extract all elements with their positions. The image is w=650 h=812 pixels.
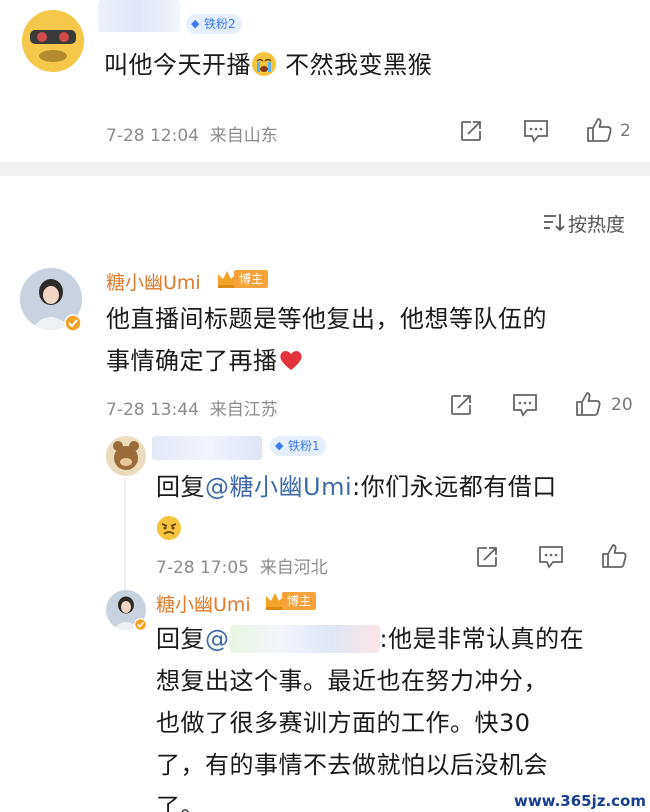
comment-text: 叫他今天开播 不然我变黑猴 xyxy=(104,51,433,79)
like-count: 20 xyxy=(611,395,633,415)
blurred-username[interactable] xyxy=(98,0,180,32)
like-count: 2 xyxy=(620,121,631,141)
fan-badge[interactable]: 铁粉1 xyxy=(270,436,326,456)
blurred-username[interactable] xyxy=(152,436,262,460)
comment-time: 7-28 12:04 来自山东 xyxy=(106,126,278,146)
comment-icon[interactable] xyxy=(537,544,565,570)
avatar-image xyxy=(106,436,146,476)
comment-icon[interactable] xyxy=(522,118,550,144)
heart-emoji xyxy=(279,351,302,370)
like-icon[interactable] xyxy=(574,390,602,418)
avatar-image xyxy=(22,10,84,72)
comment-icon[interactable] xyxy=(511,392,539,418)
comment-text: 他直播间标题是等他复出，他想等队伍的 事情确定了再播 xyxy=(106,305,547,375)
verified-icon xyxy=(64,314,82,332)
username[interactable]: 糖小幽Umi xyxy=(106,268,201,295)
angry-emoji xyxy=(157,516,181,540)
reply-text: 回复@糖小幽Umi:你们永远都有借口 xyxy=(156,466,626,550)
sort-icon xyxy=(544,214,565,232)
site-watermark: www.365jz.com xyxy=(513,792,646,810)
sort-label: 按热度 xyxy=(568,214,626,236)
blurred-mention-name[interactable] xyxy=(229,625,380,653)
username[interactable]: 糖小幽Umi xyxy=(156,590,251,617)
crying-emoji xyxy=(252,52,276,76)
share-icon[interactable] xyxy=(474,544,500,570)
section-divider xyxy=(0,162,650,176)
like-icon[interactable] xyxy=(585,116,613,144)
share-icon[interactable] xyxy=(458,118,484,144)
verified-icon xyxy=(134,618,147,631)
host-badge-label: 博主 xyxy=(234,270,269,288)
like-icon[interactable] xyxy=(600,542,628,570)
host-badge-label: 博主 xyxy=(282,592,317,610)
reply-time: 7-28 17:05 来自河北 xyxy=(156,558,328,578)
fan-badge[interactable]: 铁粉2 xyxy=(186,14,242,34)
mention-link[interactable]: @ xyxy=(205,625,230,653)
reply-text: 回复@:他是非常认真的在 想复出这个事。最近也在努力冲分， 也做了很多赛训方面的… xyxy=(156,625,585,812)
mention-link[interactable]: @糖小幽Umi xyxy=(205,473,352,501)
avatar[interactable] xyxy=(22,10,84,72)
comment-time: 7-28 13:44 来自江苏 xyxy=(106,400,278,420)
share-icon[interactable] xyxy=(448,392,474,418)
reply-thread-line xyxy=(124,478,126,594)
avatar[interactable] xyxy=(106,436,146,476)
